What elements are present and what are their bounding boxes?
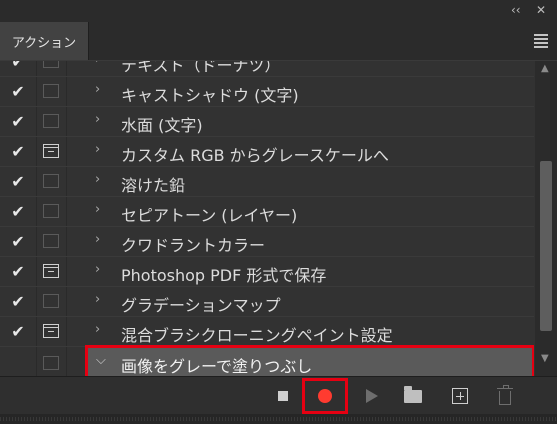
chevron-right-icon[interactable]: › xyxy=(95,82,100,97)
dialog-toggle-box xyxy=(43,204,59,218)
toggle-item[interactable]: ✔ xyxy=(0,61,36,76)
action-label: セピアトーン (レイヤー) xyxy=(121,206,298,225)
dialog-toggle[interactable] xyxy=(36,61,66,76)
scroll-thumb[interactable] xyxy=(540,161,552,331)
chevron-right-icon[interactable]: › xyxy=(95,232,100,247)
action-label: キャストシャドウ (文字) xyxy=(121,86,299,105)
chevron-right-icon[interactable]: › xyxy=(95,292,100,307)
new-set-button[interactable] xyxy=(402,385,424,407)
dialog-toggle[interactable] xyxy=(36,256,66,286)
checkmark-icon: ✔ xyxy=(11,291,25,311)
action-row[interactable]: ✔ › キャストシャドウ (文字) xyxy=(0,76,534,107)
actions-list: ✔ › テキスト（ドーナツ） ✔ › キャストシャドウ (文字) ✔ › 水面 (文字) ✔ › カス… xyxy=(0,61,534,376)
play-icon xyxy=(366,389,378,403)
action-label: クワドラントカラー xyxy=(121,236,266,255)
panel-resize-grip[interactable] xyxy=(0,414,557,424)
dialog-toggle-box xyxy=(43,84,59,98)
selected-action-row[interactable]: ⌵ 画像をグレーで塗りつぶし xyxy=(85,345,534,376)
tab-actions[interactable]: アクション xyxy=(0,22,89,60)
toggle-item[interactable]: ✔ xyxy=(0,316,36,346)
collapse-panel-icon[interactable]: ‹‹ xyxy=(511,3,521,17)
toggle-item[interactable]: ✔ xyxy=(0,226,36,256)
toggle-item[interactable]: ✔ xyxy=(0,106,36,136)
panel-title-bar: ‹‹ ✕ xyxy=(0,0,557,23)
record-button[interactable] xyxy=(314,385,336,407)
dialog-toggle[interactable] xyxy=(36,226,66,256)
chevron-right-icon[interactable]: › xyxy=(95,322,100,337)
actions-toolbar xyxy=(0,376,557,415)
scroll-down-icon[interactable]: ▼ xyxy=(541,353,549,364)
play-button[interactable] xyxy=(361,385,383,407)
action-row[interactable]: ✔ › 水面 (文字) xyxy=(0,106,534,137)
dialog-toggle[interactable] xyxy=(36,196,66,226)
action-row[interactable]: ✔ › クワドラントカラー xyxy=(0,226,534,257)
action-row[interactable]: ✔ › テキスト（ドーナツ） xyxy=(0,61,534,77)
chevron-right-icon[interactable]: › xyxy=(95,172,100,187)
dialog-toggle-box xyxy=(43,174,59,188)
panel-menu-icon[interactable] xyxy=(534,34,548,48)
checkmark-icon: ✔ xyxy=(11,231,25,251)
action-row[interactable]: ✔ › グラデーションマップ xyxy=(0,286,534,317)
dialog-toggle[interactable] xyxy=(36,316,66,346)
action-label: 溶けた鉛 xyxy=(121,176,186,195)
action-row[interactable]: ✔ › セピアトーン (レイヤー) xyxy=(0,196,534,227)
scroll-up-icon[interactable]: ▲ xyxy=(541,63,549,74)
toggle-item[interactable]: ✔ xyxy=(0,286,36,316)
record-icon xyxy=(318,389,332,403)
dialog-icon xyxy=(43,264,59,278)
chevron-right-icon[interactable]: › xyxy=(95,142,100,157)
dialog-toggle[interactable] xyxy=(36,106,66,136)
dialog-toggle-box xyxy=(43,61,59,68)
dialog-toggle[interactable] xyxy=(36,136,66,166)
action-label: 混合ブラシクローニングペイント設定 xyxy=(121,326,393,345)
chevron-right-icon[interactable]: › xyxy=(95,202,100,217)
dialog-toggle-box xyxy=(43,294,59,308)
checkmark-icon: ✔ xyxy=(11,141,25,161)
toggle-item[interactable]: ✔ xyxy=(0,256,36,286)
chevron-right-icon[interactable]: › xyxy=(95,262,100,277)
stop-button[interactable] xyxy=(272,385,294,407)
dialog-toggle[interactable] xyxy=(36,286,66,316)
action-label: テキスト（ドーナツ） xyxy=(121,61,281,75)
checkmark-icon: ✔ xyxy=(11,111,25,131)
toggle-item[interactable]: ✔ xyxy=(0,136,36,166)
action-label: 水面 (文字) xyxy=(121,116,203,135)
delete-button[interactable] xyxy=(494,384,516,407)
action-row[interactable]: ✔ › 溶けた鉛 xyxy=(0,166,534,197)
close-panel-icon[interactable]: ✕ xyxy=(536,3,546,17)
new-action-icon xyxy=(452,388,468,404)
dialog-toggle-box xyxy=(43,114,59,128)
checkmark-icon: ✔ xyxy=(11,321,25,341)
panel-tab-row: アクション xyxy=(0,22,557,61)
action-row[interactable]: ✔ › Photoshop PDF 形式で保存 xyxy=(0,256,534,287)
trash-icon xyxy=(497,384,513,405)
chevron-down-icon[interactable]: ⌵ xyxy=(96,353,106,368)
action-label: グラデーションマップ xyxy=(121,296,281,315)
action-row[interactable]: ✔ › カスタム RGB からグレースケールへ xyxy=(0,136,534,167)
action-row[interactable]: ✔ › 混合ブラシクローニングペイント設定 xyxy=(0,316,534,347)
list-scrollbar[interactable]: ▲ ▼ xyxy=(535,61,557,376)
toggle-item[interactable]: ✔ xyxy=(0,196,36,226)
checkmark-icon: ✔ xyxy=(11,261,25,281)
chevron-right-icon[interactable]: › xyxy=(95,61,100,67)
checkmark-icon: ✔ xyxy=(11,61,25,71)
checkmark-icon: ✔ xyxy=(11,81,25,101)
dialog-icon xyxy=(43,324,59,338)
dialog-toggle[interactable] xyxy=(36,76,66,106)
toggle-item[interactable]: ✔ xyxy=(0,76,36,106)
toggle-item[interactable]: ✔ xyxy=(0,166,36,196)
dialog-toggle-box[interactable] xyxy=(43,356,59,370)
action-label: Photoshop PDF 形式で保存 xyxy=(121,266,327,285)
dialog-icon xyxy=(43,144,59,158)
checkmark-icon: ✔ xyxy=(11,171,25,191)
checkmark-icon: ✔ xyxy=(11,201,25,221)
action-label: 画像をグレーで塗りつぶし xyxy=(121,357,313,376)
folder-icon xyxy=(404,385,422,403)
stop-icon xyxy=(278,391,288,401)
dialog-toggle[interactable] xyxy=(36,166,66,196)
action-label: カスタム RGB からグレースケールへ xyxy=(121,146,389,165)
new-action-button[interactable] xyxy=(449,385,471,407)
chevron-right-icon[interactable]: › xyxy=(95,112,100,127)
dialog-toggle-box xyxy=(43,234,59,248)
